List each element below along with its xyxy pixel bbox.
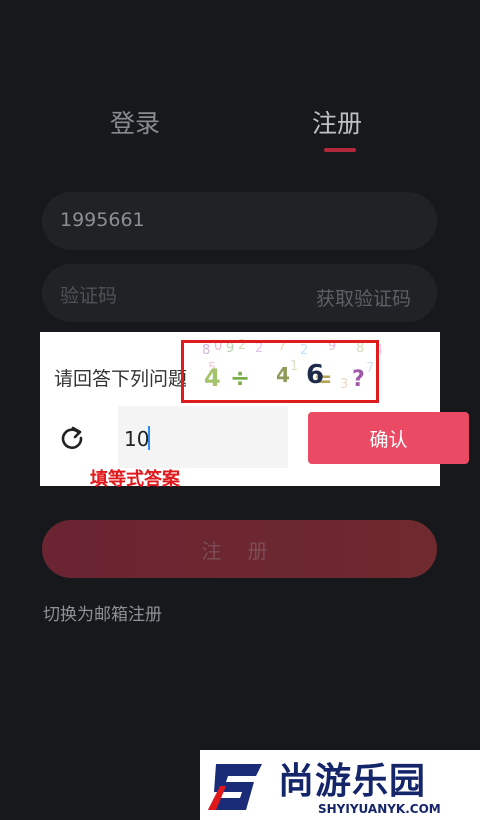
confirm-button[interactable]: 确认 [308, 412, 469, 464]
captcha-highlight-box [181, 340, 379, 403]
switch-email-link[interactable]: 切换为邮箱注册 [43, 600, 162, 625]
tab-register[interactable]: 注册 [312, 104, 362, 140]
watermark-title: 尚游乐园 [278, 761, 427, 802]
register-button-label: 注 册 [201, 538, 278, 563]
phone-value: 1995661 [60, 209, 145, 231]
phone-field[interactable]: 1995661 [42, 192, 437, 250]
captcha-answer-value: 10 [124, 427, 150, 451]
get-code-button[interactable]: 获取验证码 [316, 284, 411, 311]
active-tab-indicator [324, 148, 356, 152]
captcha-answer-input[interactable]: 10 [118, 406, 288, 468]
s-logo-icon [206, 758, 268, 816]
watermark: 尚游乐园 SHYIYUANYK.COM [200, 750, 480, 820]
tab-login[interactable]: 登录 [110, 104, 160, 140]
verification-code-field[interactable]: 验证码 获取验证码 [42, 264, 437, 322]
confirm-button-label: 确认 [369, 428, 408, 451]
annotation-text: 填等式答案 [90, 469, 180, 490]
refresh-icon[interactable] [59, 425, 85, 451]
code-placeholder: 验证码 [60, 285, 118, 307]
watermark-domain: SHYIYUANYK.COM [318, 802, 441, 816]
text-caret [148, 426, 150, 450]
register-button[interactable]: 注 册 [42, 520, 437, 578]
